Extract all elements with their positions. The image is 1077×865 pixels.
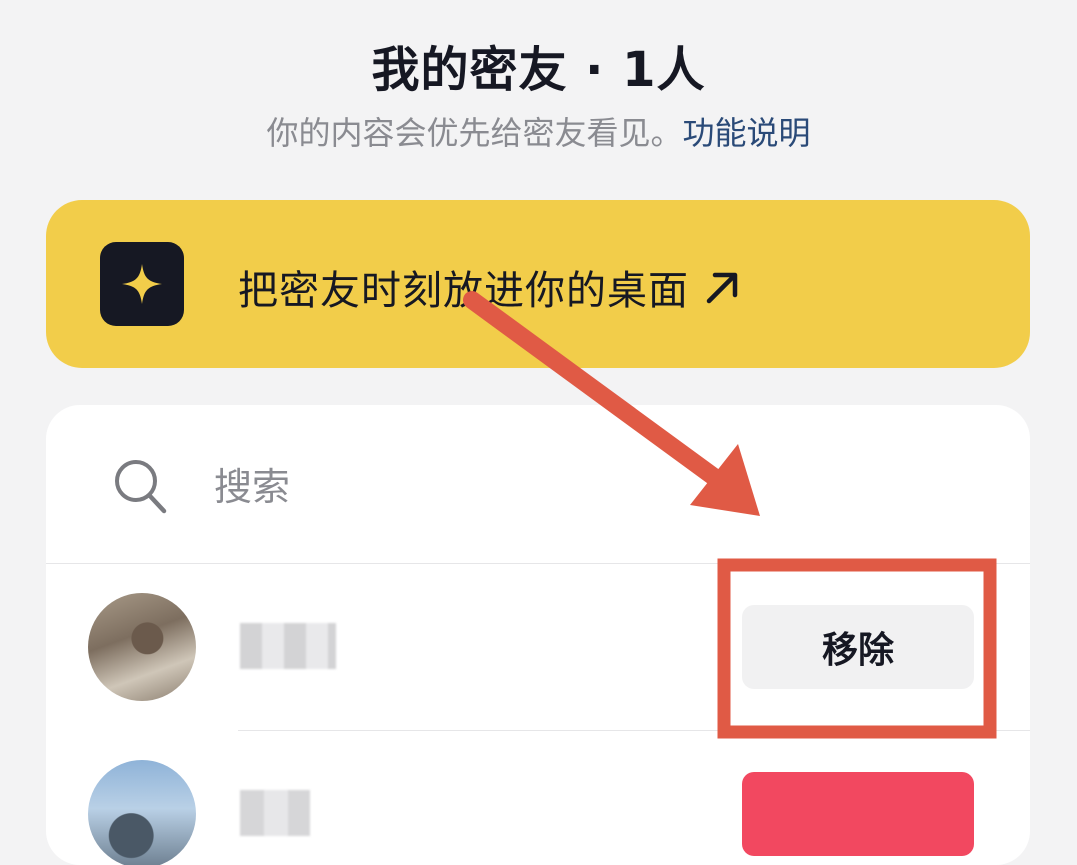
avatar[interactable] xyxy=(88,760,196,865)
arrow-up-right-icon xyxy=(703,267,743,307)
page-subtitle: 你的内容会优先给密友看见。功能说明 xyxy=(0,108,1077,154)
divider xyxy=(238,730,1030,731)
divider xyxy=(46,563,1030,564)
search-bar[interactable] xyxy=(46,405,1030,563)
remove-friend-button[interactable]: 移除 xyxy=(742,605,974,689)
friends-list-card: 移除 xyxy=(46,405,1030,865)
search-input[interactable] xyxy=(214,461,814,513)
sparkle-icon xyxy=(100,242,184,326)
friend-name-redacted xyxy=(240,790,310,836)
friend-action-button[interactable] xyxy=(742,772,974,856)
banner-label: 把密友时刻放进你的桌面 xyxy=(238,268,689,314)
feature-info-link[interactable]: 功能说明 xyxy=(683,114,811,152)
friend-name-redacted xyxy=(240,623,336,669)
desktop-widget-banner[interactable]: 把密友时刻放进你的桌面 xyxy=(46,200,1030,368)
avatar[interactable] xyxy=(88,593,196,701)
search-icon xyxy=(112,457,168,521)
subtitle-text: 你的内容会优先给密友看见。 xyxy=(266,114,683,152)
banner-label-group: 把密友时刻放进你的桌面 xyxy=(238,258,743,316)
page-title: 我的密友 · 1人 xyxy=(371,42,706,98)
